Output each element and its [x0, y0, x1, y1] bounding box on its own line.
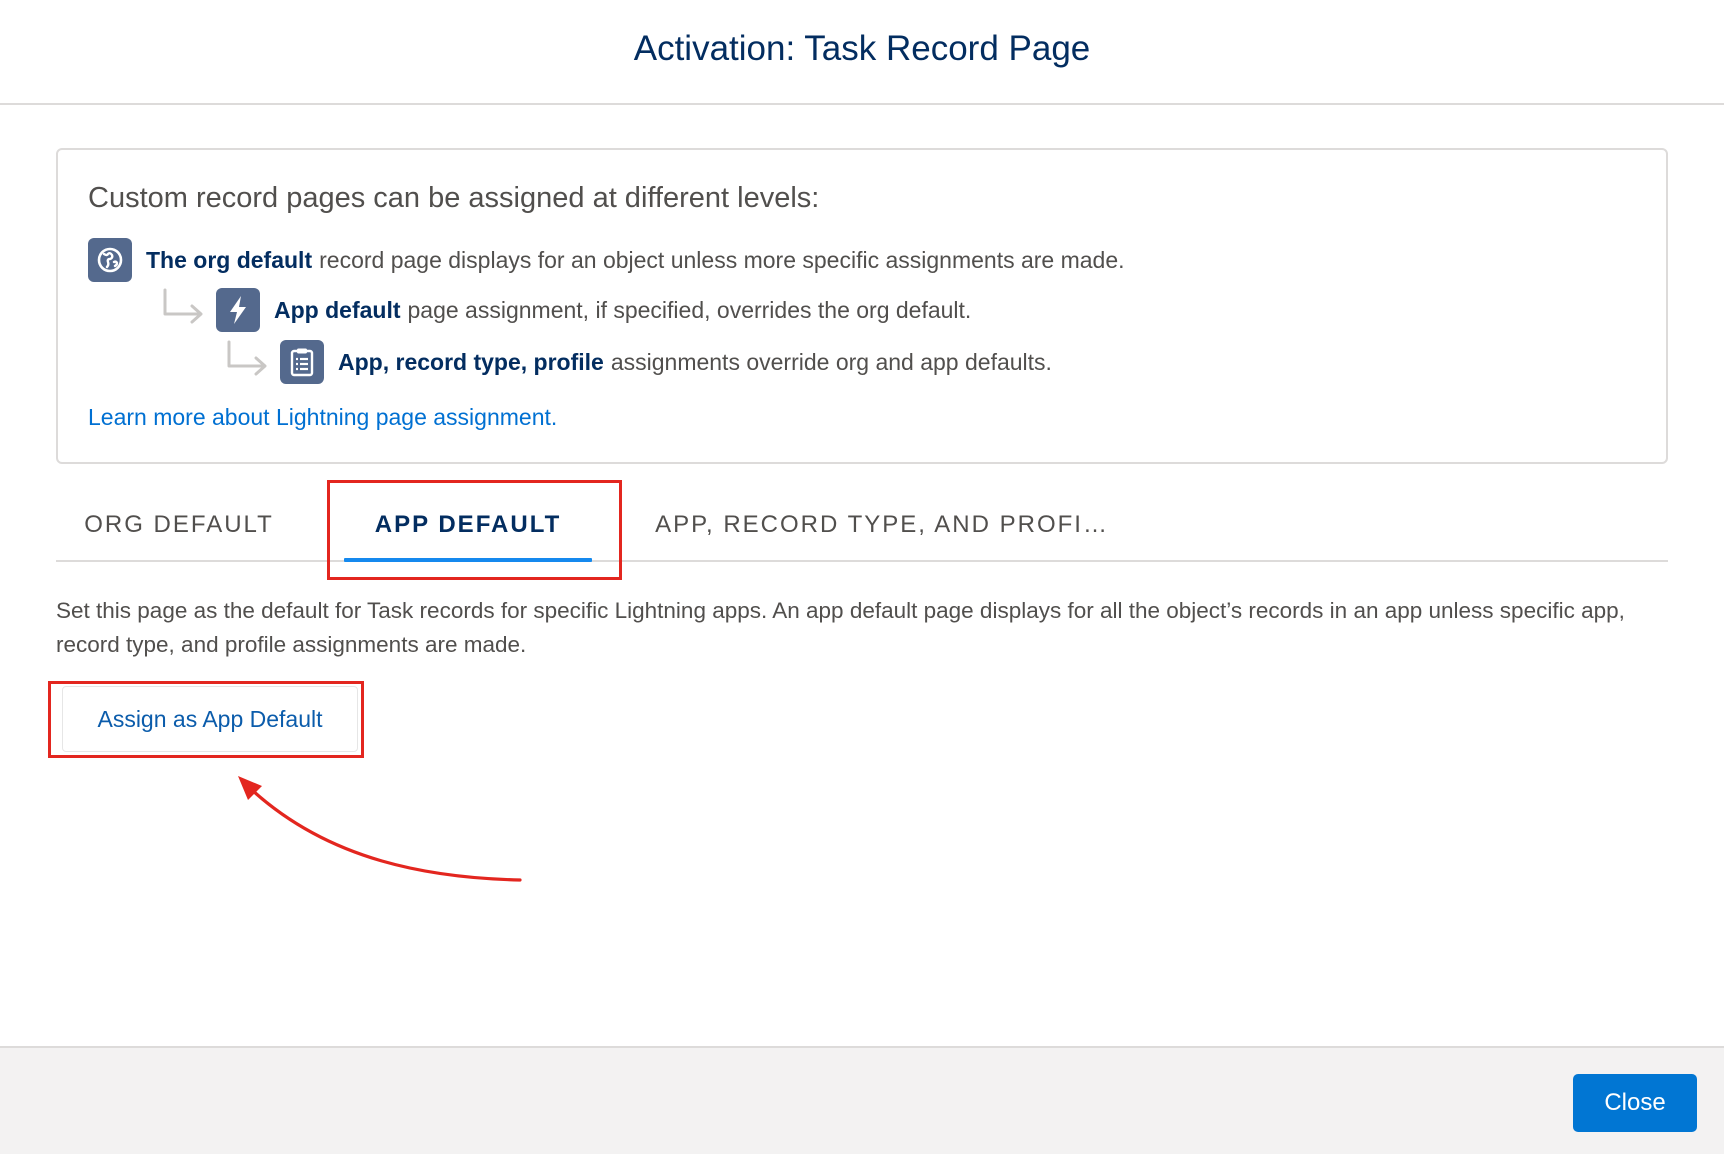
level-app-record-type-profile-text: assignments override org and app default… [610, 348, 1052, 375]
assignment-levels-info-box: Custom record pages can be assigned at d… [56, 148, 1668, 464]
level-org-default: The org default record page displays for… [88, 238, 1125, 282]
assign-as-app-default-button[interactable]: Assign as App Default [62, 686, 358, 752]
close-button[interactable]: Close [1573, 1074, 1697, 1132]
tab-description: Set this page as the default for Task re… [56, 598, 1625, 657]
level-app-default-text: page assignment, if specified, overrides… [407, 296, 972, 323]
level-org-default-text: record page displays for an object unles… [319, 246, 1125, 273]
tab-app-record-type-profile[interactable]: APP, RECORD TYPE, AND PROFI… [652, 490, 1112, 560]
modal-title: Activation: Task Record Page [633, 28, 1091, 68]
level-app-record-type-profile-label: App, record type, profile [338, 348, 604, 375]
activation-modal: Activation: Task Record Page Custom reco… [0, 0, 1724, 1154]
level-org-default-label: The org default [146, 246, 313, 273]
lightning-bolt-icon [216, 288, 260, 332]
info-heading: Custom record pages can be assigned at d… [88, 182, 820, 214]
tab-org-default[interactable]: ORG DEFAULT [56, 490, 302, 560]
annotation-arrow-icon [238, 776, 522, 882]
clipboard-icon [280, 340, 324, 384]
level-app-default: App default page assignment, if specifie… [160, 288, 971, 332]
modal-footer: Close [0, 1046, 1724, 1154]
assignment-tabs: ORG DEFAULT APP DEFAULT APP, RECORD TYPE… [56, 490, 1668, 562]
modal-header: Activation: Task Record Page [0, 0, 1724, 105]
connector-arrow-icon [163, 288, 203, 324]
connector-arrow-icon [227, 340, 267, 376]
level-app-record-type-profile: App, record type, profile assignments ov… [224, 340, 1052, 384]
learn-more-link[interactable]: Learn more about Lightning page assignme… [88, 404, 557, 431]
tab-app-default[interactable]: APP DEFAULT [344, 490, 592, 562]
globe-icon [88, 238, 132, 282]
level-app-default-label: App default [274, 296, 401, 323]
